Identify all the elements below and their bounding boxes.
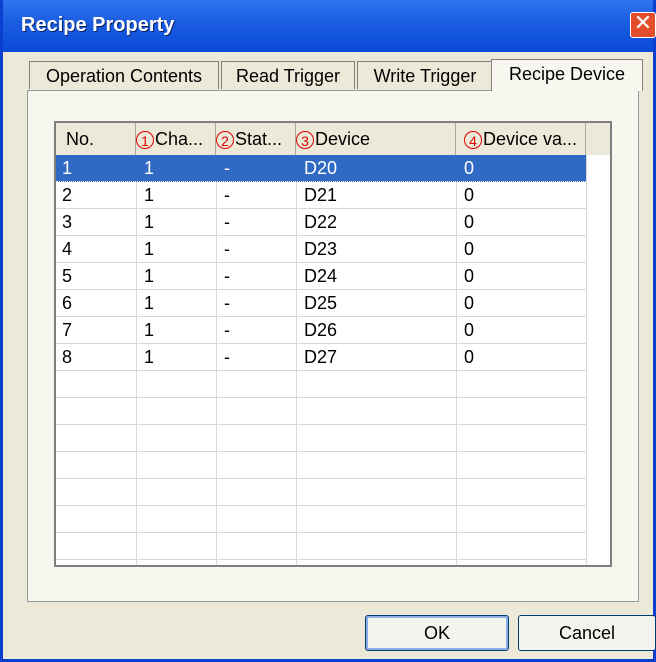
cell-device-value: 0 (464, 212, 475, 232)
cell-device: D24 (304, 266, 338, 286)
marker-icon: 3 (296, 131, 314, 150)
cell-channel: 1 (144, 212, 155, 232)
empty-row (56, 371, 586, 398)
cell-device: D20 (304, 158, 338, 178)
marker-icon: 2 (216, 131, 234, 150)
table-row[interactable]: 5 1 - D24 0 (56, 263, 586, 290)
empty-row (56, 506, 586, 533)
cell-device-value: 0 (464, 185, 475, 205)
recipe-device-list[interactable]: No. 1 Cha... 2 Stat... 3 Device 4 Device va.… (54, 121, 612, 567)
tab-read-trigger[interactable]: Read Trigger (221, 61, 355, 89)
title-bar[interactable]: Recipe Property ✕ (3, 0, 656, 52)
cell-no: 3 (62, 212, 73, 232)
cell-device: D25 (304, 293, 338, 313)
table-row[interactable]: 6 1 - D25 0 (56, 290, 586, 317)
cell-status: - (224, 293, 230, 313)
table-row[interactable]: 4 1 - D23 0 (56, 236, 586, 263)
cell-status: - (224, 239, 230, 259)
cell-channel: 1 (144, 158, 155, 178)
cell-device-value: 0 (464, 293, 475, 313)
tab-recipe-device[interactable]: Recipe Device (491, 59, 643, 91)
cell-device-value: 0 (464, 158, 475, 178)
empty-row (56, 398, 586, 425)
table-row[interactable]: 7 1 - D26 0 (56, 317, 586, 344)
cell-status: - (224, 266, 230, 286)
cell-channel: 1 (144, 239, 155, 259)
cell-device-value: 0 (464, 239, 475, 259)
cell-device: D21 (304, 185, 338, 205)
recipe-property-dialog: Recipe Property ✕ Operation Contents Rea… (0, 0, 656, 662)
column-header-filler (586, 123, 610, 155)
column-header-device[interactable]: 3 Device (296, 123, 456, 155)
cell-channel: 1 (144, 347, 155, 367)
cell-no: 2 (62, 185, 73, 205)
cell-channel: 1 (144, 320, 155, 340)
cancel-button[interactable]: Cancel (518, 615, 656, 651)
cell-device: D27 (304, 347, 338, 367)
empty-row (56, 452, 586, 479)
grid-line (586, 155, 587, 565)
cell-channel: 1 (144, 293, 155, 313)
marker-icon: 1 (136, 131, 154, 150)
column-label: Stat... (235, 129, 283, 149)
cell-no: 1 (62, 158, 73, 178)
cell-device: D22 (304, 212, 338, 232)
marker-icon: 4 (464, 131, 482, 150)
table-row[interactable]: 3 1 - D22 0 (56, 209, 586, 236)
cell-channel: 1 (144, 266, 155, 286)
empty-row (56, 425, 586, 452)
column-header-channel[interactable]: 1 Cha... (136, 123, 216, 155)
dialog-title: Recipe Property (21, 14, 175, 36)
cell-no: 5 (62, 266, 73, 286)
empty-row (56, 479, 586, 506)
cell-device: D23 (304, 239, 338, 259)
column-header-status[interactable]: 2 Stat... (216, 123, 296, 155)
cell-no: 4 (62, 239, 73, 259)
column-label: Device va... (483, 129, 578, 149)
cell-device-value: 0 (464, 320, 475, 340)
cell-no: 6 (62, 293, 73, 313)
cell-status: - (224, 212, 230, 232)
cell-channel: 1 (144, 185, 155, 205)
column-header-device-value[interactable]: 4 Device va... (456, 123, 586, 155)
cell-status: - (224, 320, 230, 340)
cell-status: - (224, 347, 230, 367)
tab-operation-contents[interactable]: Operation Contents (29, 61, 219, 89)
cell-status: - (224, 185, 230, 205)
close-icon[interactable]: ✕ (630, 12, 656, 38)
cell-no: 7 (62, 320, 73, 340)
table-row[interactable]: 1 1 - D20 0 (56, 155, 586, 182)
recipe-device-panel: No. 1 Cha... 2 Stat... 3 Device 4 Device va.… (27, 90, 639, 602)
column-header-no[interactable]: No. (56, 123, 136, 155)
column-label: Device (315, 129, 371, 149)
ok-button[interactable]: OK (365, 615, 509, 651)
cell-device: D26 (304, 320, 338, 340)
column-label: Cha... (155, 129, 204, 149)
cell-device-value: 0 (464, 347, 475, 367)
cell-device-value: 0 (464, 266, 475, 286)
table-row[interactable]: 8 1 - D27 0 (56, 344, 586, 371)
cell-status: - (224, 158, 230, 178)
cell-no: 8 (62, 347, 73, 367)
column-label: No. (66, 129, 95, 149)
tab-write-trigger[interactable]: Write Trigger (357, 61, 493, 89)
empty-row (56, 533, 586, 560)
list-header: No. 1 Cha... 2 Stat... 3 Device 4 Device va.… (56, 123, 610, 155)
table-row[interactable]: 2 1 - D21 0 (56, 182, 586, 209)
